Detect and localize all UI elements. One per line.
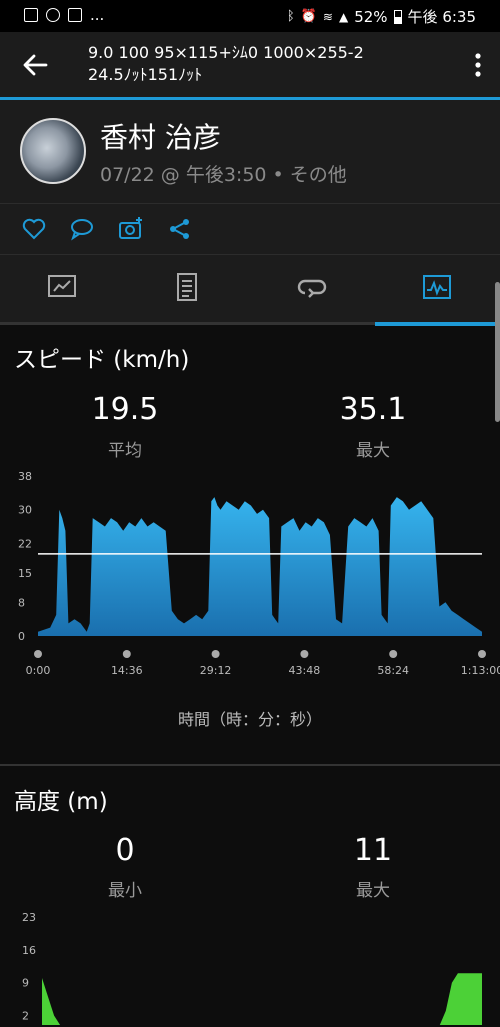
share-icon[interactable] [167,216,193,242]
speed-chart: 0 8 15 22 30 38 0:00 14:36 29:12 43:48 58:24 1:13:0… [18,470,500,677]
laps-icon [297,279,327,298]
scrollbar[interactable] [495,282,500,422]
speed-x-tick: 1:13:00 [461,664,500,677]
chart-icon [423,275,451,299]
speed-y-tick: 30 [18,504,32,517]
battery-percent: 52% [354,7,388,26]
speed-series-area [38,497,482,636]
more-options-icon[interactable] [474,52,482,78]
news-icon [68,8,82,22]
clock: 午後 6:35 [407,8,476,26]
speed-y-tick: 38 [18,470,32,483]
activity-title-line1: 9.0 100 95×115+ｼﾑ0 1000×255-2 [88,43,364,62]
signal-icon: ▲ [338,9,349,24]
speed-x-tick-dot [122,650,131,658]
speed-average-value: 19.5 [91,392,159,427]
tab-bar [0,255,500,325]
overview-icon [48,275,76,297]
elevation-max-label: 最大 [356,881,390,901]
like-icon[interactable] [21,216,47,242]
speed-x-tick-dot [478,650,486,658]
tab-laps[interactable] [250,255,375,325]
speed-max-label: 最大 [356,441,390,461]
action-bar [0,204,500,255]
tab-selected-indicator [375,322,500,326]
comment-icon[interactable] [69,216,95,242]
add-photo-icon[interactable] [118,216,144,242]
alarm-icon: ⏰ [300,9,317,24]
app-bar: 9.0 100 95×115+ｼﾑ0 1000×255-2 24.5ﾉｯﾄ151… [0,32,500,97]
activity-title-line2: 24.5ﾉｯﾄ151ﾉｯﾄ [88,65,203,84]
battery-icon [393,9,402,24]
speed-x-tick: 0:00 [26,664,51,677]
wifi-icon: ≋ [322,9,333,24]
elevation-y-tick: 9 [22,977,29,990]
speed-x-tick-dot [211,650,220,658]
elevation-min-value: 0 [115,833,135,868]
section-divider [0,764,500,766]
x-axis-caption: 時間（時：分：秒） [177,710,322,729]
sync-icon [46,8,60,22]
activity-meta: 07/22 @ 午後3:50 • その他 [100,164,347,186]
tab-charts[interactable] [375,255,500,325]
elevation-y-tick: 2 [22,1010,29,1023]
speed-y-tick: 22 [18,537,32,550]
elevation-chart: 2 9 16 23 [22,911,482,1025]
elevation-y-tick: 23 [22,911,36,924]
elevation-y-tick: 16 [22,944,36,957]
speed-y-tick: 15 [18,567,32,580]
speed-x-tick: 29:12 [200,664,232,677]
speed-x-tick-dot [34,650,42,658]
speed-max-value: 35.1 [339,392,407,427]
speed-y-tick: 8 [18,596,25,609]
status-ellipsis: ... [90,6,105,24]
back-arrow-icon[interactable] [20,50,50,80]
status-bar: ... ᛒ ⏰ ≋ ▲ 52% 午後 6:35 [0,0,500,32]
bluetooth-icon: ᛒ [286,9,295,24]
activity-title: 9.0 100 95×115+ｼﾑ0 1000×255-2 24.5ﾉｯﾄ151… [88,42,364,86]
speed-x-tick-dot [389,650,398,658]
speed-y-tick: 0 [18,630,25,643]
elevation-min-label: 最小 [108,881,142,901]
elevation-section-title: 高度 (m) [14,789,108,815]
details-icon [177,273,197,301]
speed-x-tick: 43:48 [289,664,321,677]
tab-details[interactable] [125,255,250,325]
avatar[interactable] [20,118,86,184]
speed-x-tick: 14:36 [111,664,143,677]
user-name[interactable]: 香村 治彦 [100,116,221,156]
image-icon [24,8,38,22]
tab-overview[interactable] [0,255,125,325]
speed-x-tick-dot [300,650,309,658]
speed-section-title: スピード (km/h) [14,347,190,373]
speed-x-tick: 58:24 [377,664,409,677]
speed-average-label: 平均 [108,441,142,461]
elevation-max-value: 11 [353,833,393,868]
elevation-series-area [42,973,482,1025]
activity-header: 香村 治彦 07/22 @ 午後3:50 • その他 [0,100,500,204]
